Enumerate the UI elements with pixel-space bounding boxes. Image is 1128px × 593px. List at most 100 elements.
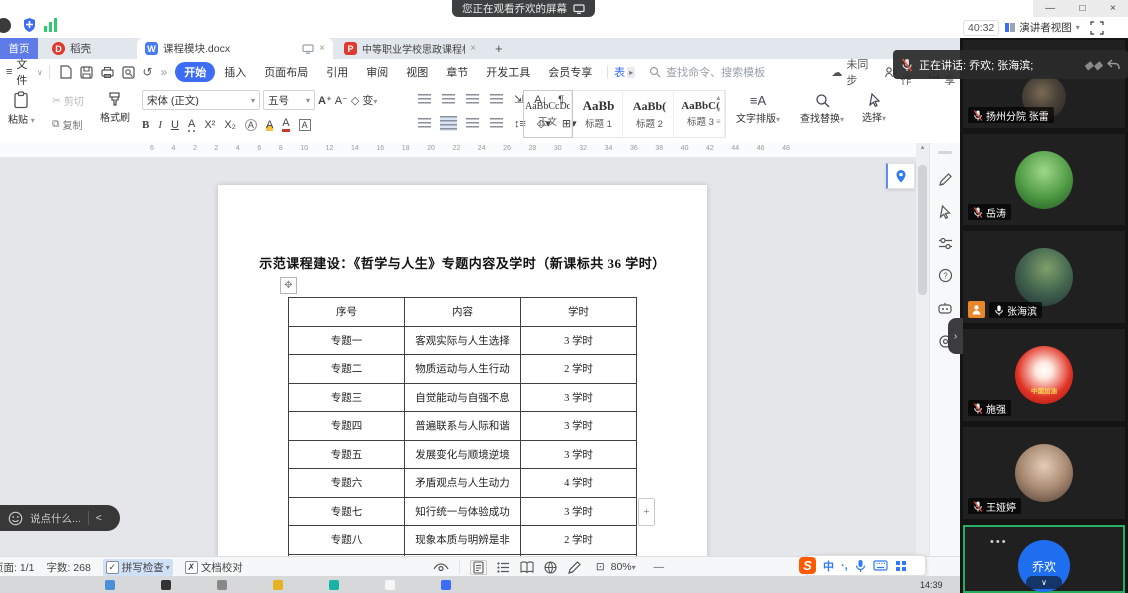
- table-cell[interactable]: 普遍联系与人际和谐: [405, 412, 521, 441]
- sync-status[interactable]: ☁未同步: [831, 56, 871, 88]
- grow-font-icon[interactable]: A⁺: [318, 94, 332, 107]
- wordart-button[interactable]: A: [245, 119, 257, 131]
- new-tab-button[interactable]: +: [487, 38, 511, 59]
- table-move-handle[interactable]: ✥: [280, 277, 297, 294]
- table-cell[interactable]: 2 学时: [521, 355, 637, 384]
- table-cell[interactable]: 客观实际与人生选择: [405, 326, 521, 355]
- table-cell[interactable]: 专题二: [289, 355, 405, 384]
- style-cell[interactable]: AaBb(标题 2: [626, 91, 674, 137]
- ribbon-tab[interactable]: 章节: [437, 62, 477, 82]
- spellcheck-toggle[interactable]: ✓ 拼写检查 ▾: [103, 559, 173, 576]
- ime-keyboard-icon[interactable]: [873, 560, 888, 571]
- chevron-down-icon[interactable]: ∨: [1026, 576, 1062, 589]
- participant-tile[interactable]: 乔欢∨: [963, 525, 1125, 593]
- close-tab-icon[interactable]: ×: [470, 43, 476, 54]
- table-tool-tab[interactable]: 表: [614, 64, 625, 80]
- align-left-icon[interactable]: [418, 118, 431, 129]
- taskbar-app-icon[interactable]: [217, 580, 227, 590]
- table-cell[interactable]: 矛盾观点与人生动力: [405, 469, 521, 498]
- text-layout-button[interactable]: ≡A 文字排版▾: [736, 93, 780, 125]
- align-right-icon[interactable]: [466, 118, 479, 129]
- participant-tile[interactable]: 岳涛: [963, 134, 1125, 225]
- close-button[interactable]: ×: [1110, 3, 1116, 14]
- minimize-button[interactable]: —: [1045, 3, 1055, 14]
- shrink-font-icon[interactable]: A⁻: [335, 94, 348, 107]
- scrollbar-thumb[interactable]: [918, 165, 927, 295]
- command-search-input[interactable]: 查找命令、搜索模板: [649, 64, 791, 80]
- ribbon-tab[interactable]: 会员专享: [539, 62, 601, 82]
- select-button[interactable]: 选择▾: [862, 93, 886, 124]
- sogou-logo-icon[interactable]: S: [799, 557, 816, 574]
- eye-protect-icon[interactable]: [433, 562, 449, 573]
- web-view-icon[interactable]: [544, 561, 557, 574]
- font-name-select[interactable]: 宋体 (正文)▾: [142, 90, 260, 110]
- paste-button[interactable]: 粘贴 ▾: [8, 91, 35, 126]
- course-hours-table[interactable]: 序号内容学时专题一客观实际与人生选择3 学时专题二物质运动与人生行动2 学时专题…: [288, 297, 637, 556]
- outline-view-icon[interactable]: [497, 562, 510, 573]
- subscript-button[interactable]: X₂: [224, 119, 236, 131]
- edit-pen-icon[interactable]: [567, 560, 582, 575]
- print-icon[interactable]: [97, 66, 118, 79]
- shield-extension-icon[interactable]: [22, 17, 37, 33]
- ribbon-tab[interactable]: 开始: [175, 62, 215, 82]
- hamburger-icon[interactable]: ≡: [6, 66, 12, 78]
- table-cell[interactable]: 2 学时: [521, 526, 637, 555]
- proofread-toggle[interactable]: ✗ 文档校对: [185, 560, 243, 575]
- select-cursor-icon[interactable]: [938, 205, 952, 219]
- table-cell[interactable]: 3 学时: [521, 440, 637, 469]
- table-cell[interactable]: 专题三: [289, 383, 405, 412]
- close-tab-icon[interactable]: ×: [319, 43, 325, 54]
- taskbar-app-icon[interactable]: [105, 580, 115, 590]
- table-cell[interactable]: 3 学时: [521, 326, 637, 355]
- format-painter-button[interactable]: 格式刷: [100, 91, 130, 124]
- annotate-pen-icon[interactable]: [938, 172, 953, 187]
- fit-page-icon[interactable]: ⊡: [596, 561, 605, 573]
- highlight-button[interactable]: A: [266, 119, 273, 131]
- table-cell[interactable]: 现象本质与明辨是非: [405, 526, 521, 555]
- add-column-button[interactable]: +: [638, 498, 655, 526]
- table-cell[interactable]: 3 学时: [521, 497, 637, 526]
- copy-button[interactable]: ⧉复制: [52, 117, 83, 132]
- banner-cast-icon[interactable]: [573, 4, 585, 14]
- ime-punctuation[interactable]: ·,: [841, 560, 848, 572]
- file-menu[interactable]: 文件: [16, 56, 34, 88]
- save-icon[interactable]: [76, 66, 97, 79]
- char-scale-icon[interactable]: ⇲: [514, 93, 523, 106]
- participant-tile[interactable]: 王娅婷: [963, 427, 1125, 519]
- read-view-icon[interactable]: [520, 561, 534, 573]
- more-commands-icon[interactable]: »: [157, 65, 172, 79]
- chat-input-placeholder[interactable]: 说点什么...: [30, 511, 81, 526]
- quick-chat-bar[interactable]: 说点什么... <: [0, 505, 120, 531]
- ime-mic-icon[interactable]: [855, 559, 866, 573]
- table-tool-arrow-icon[interactable]: ▸: [627, 67, 635, 78]
- styles-scroll[interactable]: ▴▾≡: [716, 93, 721, 126]
- more-options-icon[interactable]: •••: [990, 536, 1008, 548]
- find-replace-button[interactable]: 查找替换▾: [800, 93, 844, 125]
- zoom-level[interactable]: 80%: [611, 561, 632, 573]
- scroll-up-icon[interactable]: ▴: [916, 143, 929, 151]
- help-icon[interactable]: ?: [938, 268, 953, 283]
- table-cell[interactable]: 自觉能动与自强不息: [405, 383, 521, 412]
- collapse-chat-icon[interactable]: <: [96, 512, 102, 524]
- ribbon-tab[interactable]: 页面布局: [255, 62, 317, 82]
- locate-pin-button[interactable]: [886, 163, 915, 189]
- new-doc-icon[interactable]: [56, 65, 76, 79]
- cut-button[interactable]: ✂剪切: [52, 93, 84, 108]
- participant-tile[interactable]: 中国加油施强: [963, 329, 1125, 421]
- restore-button[interactable]: □: [1080, 3, 1086, 14]
- table-cell[interactable]: 物质运动与人生行动: [405, 355, 521, 384]
- ribbon-tab[interactable]: 引用: [317, 62, 357, 82]
- clear-format-icon[interactable]: ◇: [351, 94, 359, 107]
- font-size-select[interactable]: 五号▾: [263, 90, 315, 110]
- sidebar-collapse-tab[interactable]: ›: [948, 318, 963, 354]
- table-cell[interactable]: 3 学时: [521, 412, 637, 441]
- word-count[interactable]: 字数: 268: [46, 560, 90, 575]
- table-cell[interactable]: 专题八: [289, 526, 405, 555]
- style-cell[interactable]: AaBbCcDd正文: [524, 91, 572, 137]
- underline-button[interactable]: U: [171, 119, 179, 131]
- undo-icon[interactable]: ↺: [139, 65, 157, 79]
- bullet-list-icon[interactable]: [418, 94, 431, 105]
- table-cell[interactable]: 3 学时: [521, 383, 637, 412]
- decrease-indent-icon[interactable]: [466, 94, 479, 105]
- char-shading-button[interactable]: A: [299, 119, 311, 131]
